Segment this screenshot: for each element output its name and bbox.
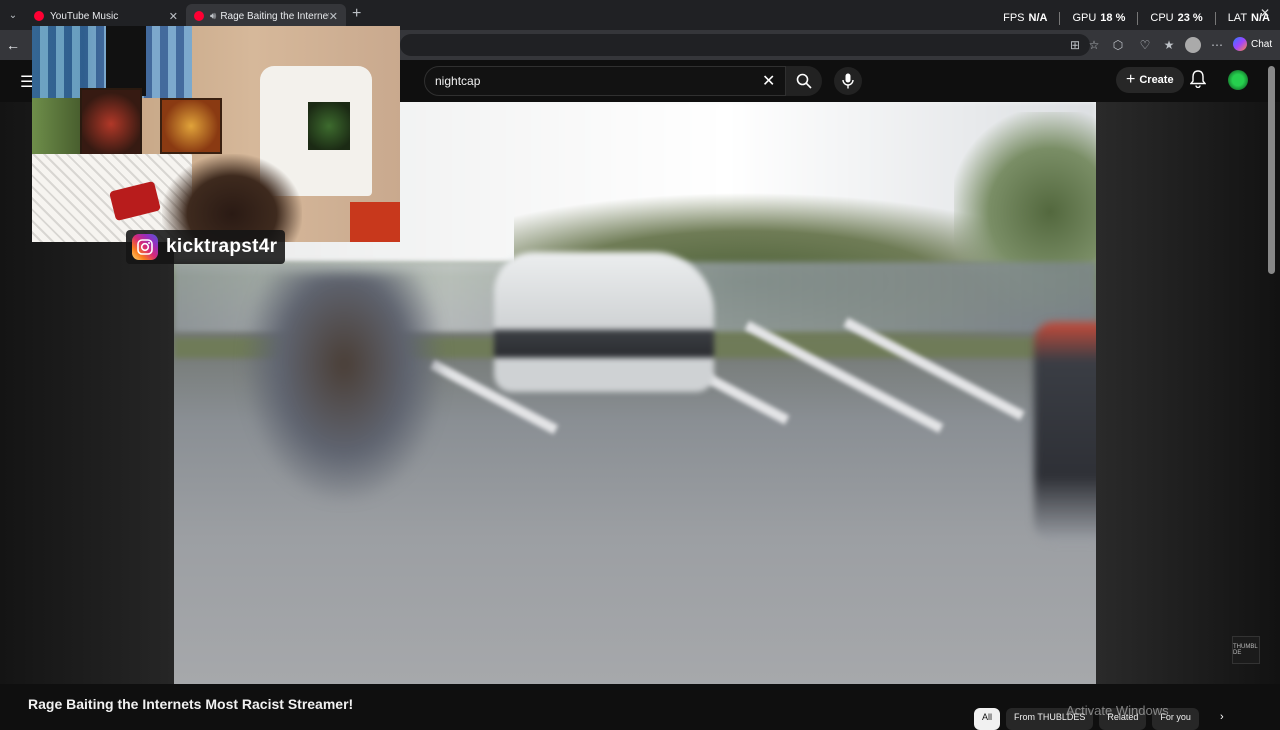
- speaker-icon[interactable]: 🔊︎: [210, 11, 216, 22]
- player-right-backdrop: [1096, 102, 1280, 684]
- video-frame-dark-car: [1034, 322, 1096, 542]
- create-button[interactable]: + Create: [1116, 67, 1184, 93]
- more-options-icon[interactable]: ⋯: [1210, 38, 1224, 52]
- back-arrow-icon[interactable]: ←: [6, 37, 20, 53]
- channel-watermark-badge[interactable]: THUMBL DE: [1232, 636, 1260, 664]
- video-title: Rage Baiting the Internets Most Racist S…: [28, 696, 354, 712]
- microphone-icon: [842, 73, 854, 89]
- chip-all[interactable]: All: [974, 708, 1001, 730]
- voice-search-button[interactable]: [834, 67, 862, 95]
- new-tab-button[interactable]: +: [352, 5, 361, 23]
- profile-avatar-icon[interactable]: [1185, 37, 1201, 53]
- search-button[interactable]: [786, 66, 822, 96]
- chevron-right-icon[interactable]: ›: [1220, 711, 1224, 723]
- webcam-framed-art: [160, 98, 222, 154]
- tab-youtube-music[interactable]: YouTube Music ✕: [26, 4, 186, 28]
- instagram-icon: [132, 234, 158, 260]
- webcam-streamer: [162, 154, 302, 242]
- divider: [1059, 12, 1061, 25]
- youtube-music-favicon-icon: [34, 11, 44, 21]
- browser-essentials-icon[interactable]: ♡: [1138, 38, 1152, 52]
- webcam-shirt-graphic: [308, 102, 350, 150]
- activate-windows-watermark: Activate Windows: [1066, 703, 1169, 718]
- tab-rage-baiting-video[interactable]: 🔊︎ Rage Baiting the Internets Most Racis…: [186, 4, 346, 28]
- cpu-stat: CPU 23 %: [1150, 12, 1203, 24]
- copilot-chat-button[interactable]: Chat: [1233, 37, 1272, 51]
- webcam-red-box: [350, 202, 400, 242]
- page-scrollbar[interactable]: [1268, 66, 1275, 274]
- search-icon: [796, 73, 812, 89]
- divider: [1137, 12, 1139, 25]
- tab-title: Rage Baiting the Internets Most Racist S…: [220, 10, 329, 22]
- tab-title: YouTube Music: [50, 10, 119, 22]
- address-bar[interactable]: [400, 34, 1090, 56]
- streamer-webcam-overlay: [32, 26, 400, 242]
- copilot-icon: [1233, 37, 1247, 51]
- account-avatar[interactable]: [1228, 70, 1248, 90]
- tab-close-icon[interactable]: ✕: [329, 10, 338, 23]
- webcam-dark-poster: [106, 26, 146, 96]
- clear-search-icon[interactable]: ✕: [762, 71, 775, 91]
- search-query: nightcap: [435, 74, 481, 88]
- search-input[interactable]: nightcap: [424, 66, 786, 96]
- performance-overlay: FPS N/A GPU 18 % CPU 23 % LAT N/A: [1003, 12, 1270, 25]
- copilot-label: Chat: [1251, 38, 1273, 50]
- instagram-handle: kicktrapst4r: [166, 236, 278, 257]
- create-label: Create: [1139, 74, 1174, 86]
- favorites-icon[interactable]: ★: [1162, 38, 1176, 52]
- fps-stat: FPS N/A: [1003, 12, 1048, 24]
- video-frame-white-suv: [494, 252, 714, 392]
- tab-close-icon[interactable]: ✕: [169, 10, 178, 23]
- instagram-handle-tag: kicktrapst4r: [126, 230, 286, 264]
- lat-stat: LAT N/A: [1227, 12, 1270, 24]
- webcam-framed-art: [80, 88, 142, 160]
- notifications-bell-icon[interactable]: [1189, 70, 1207, 93]
- divider: [1214, 12, 1216, 25]
- gpu-stat: GPU 18 %: [1072, 12, 1126, 24]
- plus-icon: +: [1126, 71, 1136, 88]
- app-available-icon[interactable]: ⊞: [1068, 38, 1082, 52]
- youtube-favicon-icon: [194, 11, 204, 21]
- video-frame-pedestrians: [244, 272, 444, 502]
- tab-list-dropdown-icon[interactable]: ⌄: [4, 6, 22, 24]
- favorite-star-icon[interactable]: ☆: [1087, 38, 1101, 52]
- extensions-icon[interactable]: ⬡: [1111, 38, 1125, 52]
